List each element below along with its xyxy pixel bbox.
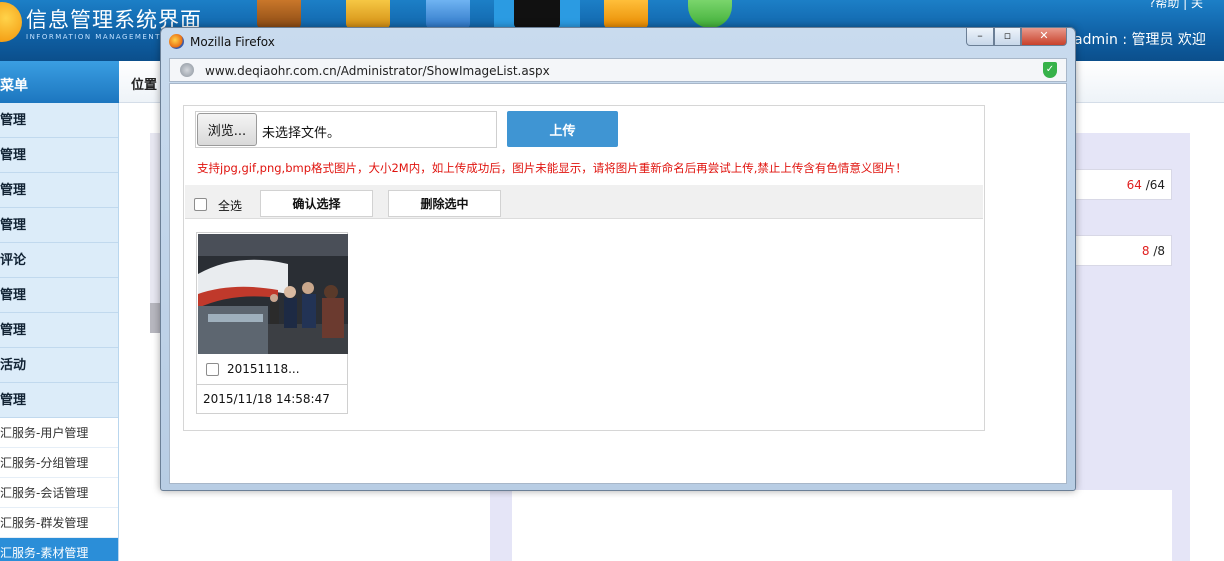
minimize-button[interactable]: – bbox=[966, 28, 994, 46]
maximize-button[interactable]: ▫ bbox=[994, 28, 1021, 46]
sidebar-item[interactable]: 管理 bbox=[0, 383, 118, 418]
content-bottom-inner bbox=[512, 490, 1172, 561]
popup-content: 浏览... 未选择文件。 上传 支持jpg,gif,png,bmp格式图片，大小… bbox=[169, 83, 1067, 484]
upload-hint: 支持jpg,gif,png,bmp格式图片，大小2M内，如上传成功后，图片未能显… bbox=[197, 161, 907, 175]
image-checkbox[interactable] bbox=[206, 363, 219, 376]
image-upload-date: 2015/11/18 14:58:47 bbox=[203, 392, 330, 406]
sidebar-item[interactable]: 管理 bbox=[0, 173, 118, 208]
sidebar-item[interactable]: 管理 bbox=[0, 138, 118, 173]
image-thumbnail[interactable] bbox=[198, 234, 348, 354]
sidebar-subitem-group-mgmt[interactable]: 汇服务-分组管理 bbox=[0, 448, 118, 478]
counter-current: 8 bbox=[1141, 244, 1150, 258]
sidebar-item[interactable]: 管理 bbox=[0, 313, 118, 348]
upload-panel: 浏览... 未选择文件。 上传 支持jpg,gif,png,bmp格式图片，大小… bbox=[183, 105, 985, 431]
counter-total: /8 bbox=[1153, 244, 1165, 258]
url-text[interactable]: www.deqiaohr.com.cn/Administrator/ShowIm… bbox=[205, 64, 550, 78]
help-link[interactable]: ?帮助 | 关 bbox=[1149, 0, 1203, 11]
counter-box: 8 /8 bbox=[1076, 235, 1172, 266]
user-info: admin : 管理员 欢迎 bbox=[1074, 32, 1206, 48]
window-title: Mozilla Firefox bbox=[190, 35, 275, 49]
upload-button[interactable]: 上传 bbox=[507, 111, 618, 147]
file-input[interactable]: 浏览... 未选择文件。 bbox=[195, 111, 497, 148]
logo-icon bbox=[0, 2, 22, 42]
select-all-checkbox[interactable] bbox=[194, 198, 207, 211]
book-icon[interactable] bbox=[257, 0, 301, 28]
sidebar-subitem-session-mgmt[interactable]: 汇服务-会话管理 bbox=[0, 478, 118, 508]
counter-total: /64 bbox=[1145, 178, 1165, 192]
counter-current: 64 bbox=[1126, 178, 1142, 192]
window-titlebar[interactable]: Mozilla Firefox – ▫ ✕ bbox=[161, 28, 1075, 56]
sidebar-item[interactable]: 活动 bbox=[0, 348, 118, 383]
firefox-icon bbox=[169, 34, 184, 49]
tools-icon[interactable] bbox=[426, 0, 470, 28]
sidebar-header: 菜单 bbox=[0, 61, 119, 103]
address-bar[interactable]: www.deqiaohr.com.cn/Administrator/ShowIm… bbox=[169, 58, 1067, 82]
app-subtitle: INFORMATION MANAGEMENT S bbox=[26, 33, 171, 41]
wechat-icon[interactable] bbox=[688, 0, 732, 28]
breadcrumb: 位置 bbox=[131, 78, 158, 93]
close-button[interactable]: ✕ bbox=[1021, 28, 1067, 46]
qr-code-icon[interactable] bbox=[514, 0, 560, 28]
select-all-label[interactable]: 全选 bbox=[218, 197, 242, 214]
shield-icon[interactable]: ✓ bbox=[1043, 62, 1057, 78]
ruler-icon[interactable] bbox=[346, 0, 390, 28]
sidebar-item[interactable]: 评论 bbox=[0, 243, 118, 278]
globe-icon bbox=[180, 63, 194, 77]
firefox-popup-window: Mozilla Firefox – ▫ ✕ www.deqiaohr.com.c… bbox=[160, 27, 1076, 491]
file-status-text: 未选择文件。 bbox=[262, 126, 341, 141]
counter-box: 64 /64 bbox=[1076, 169, 1172, 200]
image-card[interactable]: 20151118... 2015/11/18 14:58:47 bbox=[196, 232, 348, 414]
sidebar-item[interactable]: 管理 bbox=[0, 208, 118, 243]
sidebar-subitem-material-mgmt[interactable]: 汇服务-素材管理 bbox=[0, 538, 118, 561]
confirm-selection-button[interactable]: 确认选择 bbox=[260, 190, 373, 217]
image-filename: 20151118... bbox=[227, 362, 300, 376]
delete-selected-button[interactable]: 删除选中 bbox=[388, 190, 501, 217]
sidebar-item[interactable]: 管理 bbox=[0, 103, 118, 138]
sidebar: 管理 管理 管理 管理 评论 管理 管理 活动 管理 汇服务-用户管理 汇服务-… bbox=[0, 103, 119, 561]
action-bar: 全选 确认选择 删除选中 bbox=[185, 185, 983, 219]
sidebar-subitem-user-mgmt[interactable]: 汇服务-用户管理 bbox=[0, 418, 118, 448]
sidebar-subitem-broadcast-mgmt[interactable]: 汇服务-群发管理 bbox=[0, 508, 118, 538]
download-icon[interactable] bbox=[604, 0, 648, 28]
sidebar-item[interactable]: 管理 bbox=[0, 278, 118, 313]
browse-button[interactable]: 浏览... bbox=[197, 113, 257, 146]
image-select-row: 20151118... bbox=[197, 355, 347, 385]
